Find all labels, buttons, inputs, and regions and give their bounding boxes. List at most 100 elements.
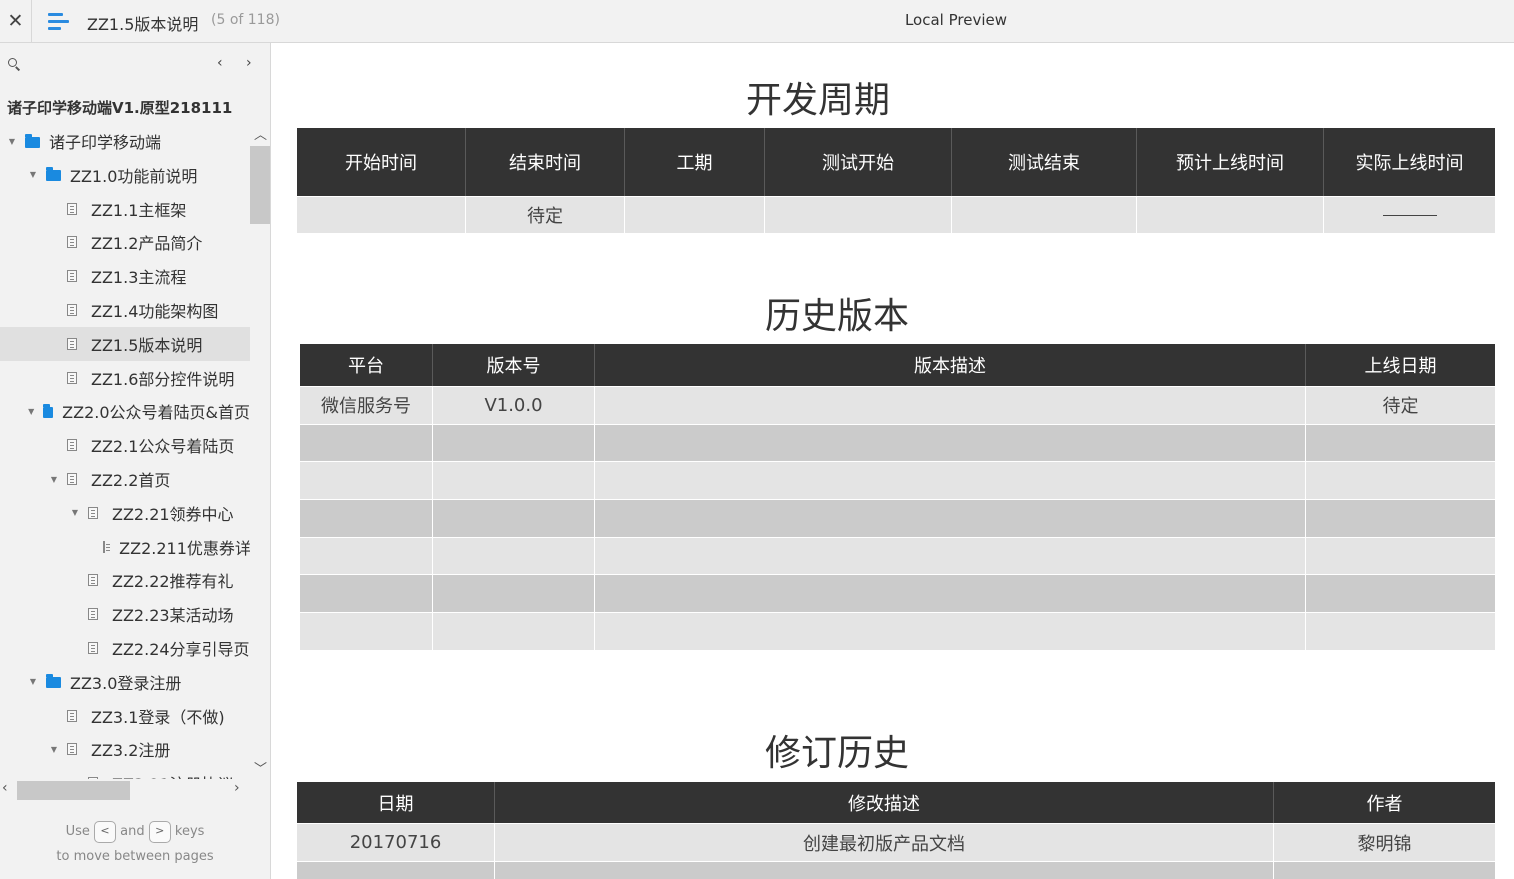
table-cell: 微信服务号 bbox=[300, 386, 433, 424]
top-bar: ✕ ZZ1.5版本说明 (5 of 118) Local Preview bbox=[0, 0, 1514, 43]
table-cell: 创建最初版产品文档 bbox=[495, 823, 1274, 861]
table-cell bbox=[952, 196, 1137, 233]
next-page-icon[interactable]: › bbox=[246, 55, 252, 71]
table-cell bbox=[595, 536, 1306, 575]
table-row bbox=[300, 423, 1495, 462]
dash-line bbox=[1382, 215, 1437, 216]
expand-caret-icon[interactable]: ▼ bbox=[27, 170, 39, 179]
page-tree: ▼诸子印学移动端▼ZZ1.0功能前说明▼ZZ1.1主框架▼ZZ1.2产品简介▼Z… bbox=[0, 124, 250, 779]
page-icon bbox=[67, 439, 77, 452]
page-icon bbox=[88, 608, 98, 621]
tree-item[interactable]: ▼ZZ1.4功能架构图 bbox=[0, 293, 250, 327]
page-icon bbox=[67, 202, 77, 215]
column-header: 测试结束 bbox=[952, 128, 1137, 196]
column-header: 日期 bbox=[297, 782, 495, 823]
table-cell bbox=[595, 461, 1306, 500]
expand-caret-icon[interactable]: ▼ bbox=[27, 407, 36, 416]
column-header: 平台 bbox=[300, 344, 433, 386]
table-cell bbox=[1137, 196, 1324, 233]
prev-page-icon[interactable]: ‹ bbox=[217, 55, 223, 71]
tree-item[interactable]: ▼ZZ1.6部分控件说明 bbox=[0, 361, 250, 395]
tree-item[interactable]: ▼ 诸子印学移动端 bbox=[0, 124, 250, 158]
table-row bbox=[297, 861, 1495, 879]
tree-item[interactable]: ▼ZZ1.3主流程 bbox=[0, 259, 250, 293]
tree-item[interactable]: ▼ ZZ1.0功能前说明 bbox=[0, 158, 250, 192]
tree-item[interactable]: ▼ ZZ2.21领券中心 bbox=[0, 496, 250, 530]
table-row bbox=[300, 612, 1495, 650]
folder-icon bbox=[25, 133, 40, 148]
history-table: 平台 版本号 版本描述 上线日期 微信服务号 V1.0.0 待定 bbox=[300, 344, 1495, 650]
folder-icon bbox=[42, 403, 54, 418]
tree-item[interactable]: ▼ ZZ2.2首页 bbox=[0, 462, 250, 496]
tree-item-label: 诸子印学移动端 bbox=[49, 133, 162, 152]
table-cell bbox=[1306, 536, 1495, 575]
expand-caret-icon[interactable]: ▼ bbox=[48, 475, 60, 484]
tree-item[interactable]: ▼ZZ1.5版本说明 bbox=[0, 326, 250, 361]
tree-item[interactable]: ▼ZZ1.2产品简介 bbox=[0, 225, 250, 259]
tree-item[interactable]: ▼ZZ2.1公众号着陆页 bbox=[0, 428, 250, 462]
scrollbar-thumb[interactable] bbox=[17, 781, 130, 800]
table-cell bbox=[433, 423, 595, 462]
tree-item[interactable]: ▼ZZ2.24分享引导页 bbox=[0, 631, 250, 665]
tree-item-label: ZZ2.0公众号着陆页&首页 bbox=[62, 403, 250, 423]
expand-caret-icon[interactable]: ▼ bbox=[27, 677, 39, 686]
hint-and: and bbox=[120, 824, 145, 839]
tree-item[interactable]: ▼ZZ2.22推荐有礼 bbox=[0, 563, 250, 597]
table-row bbox=[300, 461, 1495, 500]
tree-item[interactable]: ▼ZZ3.21注册协议 bbox=[0, 766, 250, 779]
expand-caret-icon[interactable]: ▼ bbox=[48, 745, 60, 754]
column-header: 版本号 bbox=[433, 344, 595, 386]
page-icon bbox=[67, 337, 77, 350]
expand-caret-icon[interactable]: ▼ bbox=[69, 508, 81, 517]
tree-item-label: ZZ2.23某活动场 bbox=[112, 606, 234, 626]
scroll-down-icon[interactable]: ﹀ bbox=[254, 758, 267, 777]
column-header: 作者 bbox=[1274, 782, 1495, 823]
table-cell bbox=[595, 574, 1306, 613]
tree-item[interactable]: ▼ZZ2.23某活动场 bbox=[0, 597, 250, 631]
page-icon bbox=[67, 709, 77, 722]
vertical-scrollbar[interactable]: ︿ ﹀ bbox=[250, 124, 270, 779]
table-cell bbox=[300, 574, 433, 613]
scroll-up-icon[interactable]: ︿ bbox=[254, 124, 267, 143]
tree-item[interactable]: ▼ ZZ3.0登录注册 bbox=[0, 665, 250, 699]
tree-item[interactable]: ▼ZZ3.1登录（不做) bbox=[0, 699, 250, 733]
project-title: 诸子印学移动端V1.原型218111 bbox=[7, 99, 233, 117]
table-row bbox=[300, 499, 1495, 537]
table-cell: 20170716 bbox=[297, 823, 495, 861]
page-icon bbox=[88, 574, 98, 587]
column-header: 版本描述 bbox=[595, 344, 1306, 386]
horizontal-scrollbar[interactable]: ‹ › bbox=[0, 779, 250, 801]
table-row bbox=[300, 536, 1495, 575]
table-cell bbox=[433, 536, 595, 575]
scrollbar-thumb[interactable] bbox=[250, 146, 270, 224]
revisions-table: 日期 修改描述 作者 20170716 创建最初版产品文档 黎明锦 bbox=[297, 782, 1495, 879]
folder-icon bbox=[46, 674, 61, 689]
dev-cycle-title: 开发周期 bbox=[745, 80, 891, 121]
table-cell: 待定 bbox=[466, 196, 625, 233]
tree-item-label: ZZ2.2首页 bbox=[91, 471, 171, 490]
tree-item[interactable]: ▼ ZZ2.0公众号着陆页&首页 bbox=[0, 394, 250, 428]
search-icon[interactable] bbox=[8, 58, 21, 71]
preview-title: Local Preview bbox=[904, 11, 1008, 29]
table-row: 待定 bbox=[297, 196, 1495, 233]
page-icon bbox=[67, 304, 77, 316]
tree-item-label: ZZ2.24分享引导页 bbox=[112, 640, 250, 659]
tree-item-label: ZZ2.1公众号着陆页 bbox=[91, 437, 235, 457]
expand-caret-icon[interactable]: ▼ bbox=[6, 137, 18, 146]
table-cell bbox=[595, 386, 1306, 424]
table-cell: V1.0.0 bbox=[433, 386, 595, 424]
tree-item[interactable]: ▼ZZ2.211优惠券详情 bbox=[0, 530, 250, 564]
table-cell bbox=[300, 536, 433, 575]
table-cell bbox=[300, 499, 433, 537]
column-header: 开始时间 bbox=[297, 128, 466, 196]
scroll-right-icon[interactable]: › bbox=[234, 780, 240, 796]
tree-item[interactable]: ▼ZZ1.1主框架 bbox=[0, 192, 250, 226]
tree-item[interactable]: ▼ ZZ3.2注册 bbox=[0, 732, 250, 766]
table-cell bbox=[1306, 461, 1495, 500]
dev-cycle-table: 开始时间 结束时间 工期 测试开始 测试结束 预计上线时间 实际上线时间 待定 bbox=[297, 128, 1495, 233]
table-cell: 黎明锦 bbox=[1274, 823, 1495, 861]
folder-icon bbox=[46, 167, 61, 182]
scroll-left-icon[interactable]: ‹ bbox=[2, 780, 8, 796]
tree-item-label: ZZ2.21领券中心 bbox=[112, 504, 234, 524]
table-cell bbox=[495, 861, 1274, 879]
